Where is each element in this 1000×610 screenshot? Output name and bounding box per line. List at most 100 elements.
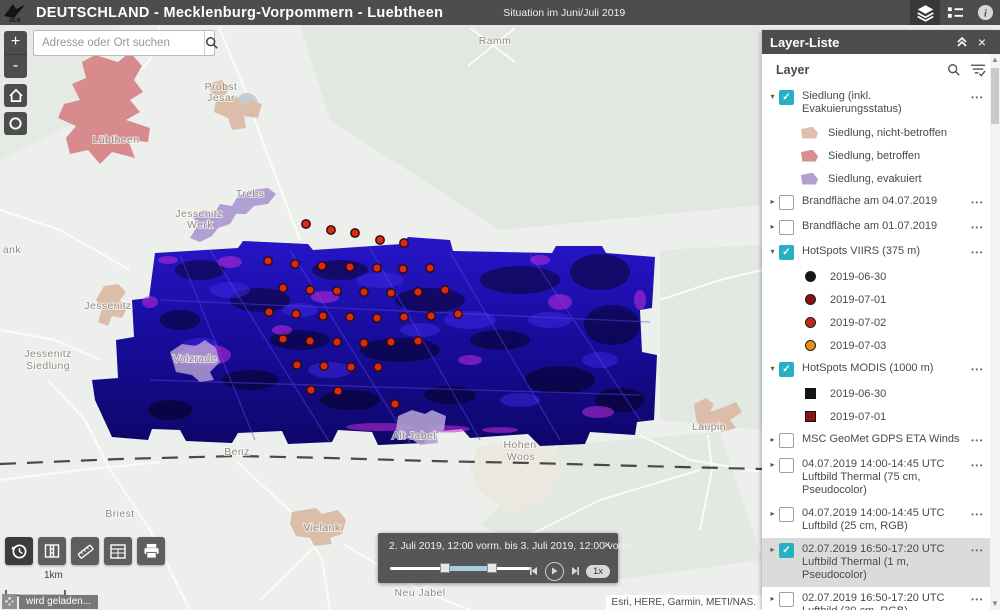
- hotspot-marker[interactable]: [279, 335, 287, 343]
- hotspot-marker[interactable]: [351, 229, 359, 237]
- time-slider-handle-start[interactable]: [440, 563, 450, 573]
- layer-checkbox[interactable]: ✓: [779, 543, 794, 558]
- hotspot-marker[interactable]: [334, 387, 342, 395]
- layer-menu-button[interactable]: •••: [971, 595, 984, 604]
- layer-list-button[interactable]: [910, 0, 940, 25]
- layer-row[interactable]: ▸04.07.2019 14:00-14:45 UTC Luftbild (25…: [762, 502, 990, 538]
- attribute-table-button[interactable]: [104, 537, 132, 565]
- layer-menu-button[interactable]: •••: [971, 198, 984, 207]
- layer-menu-button[interactable]: •••: [971, 461, 984, 470]
- print-button[interactable]: [137, 537, 165, 565]
- search-input[interactable]: [34, 31, 204, 55]
- layer-checkbox[interactable]: [779, 458, 794, 473]
- layer-menu-button[interactable]: •••: [971, 546, 984, 555]
- swipe-button[interactable]: [38, 537, 66, 565]
- hotspot-marker[interactable]: [360, 288, 368, 296]
- layer-menu-button[interactable]: •••: [971, 248, 984, 257]
- hotspot-marker[interactable]: [319, 312, 327, 320]
- layer-checkbox[interactable]: ✓: [779, 90, 794, 105]
- hotspot-marker[interactable]: [306, 286, 314, 294]
- hotspot-marker[interactable]: [346, 263, 354, 271]
- layer-row[interactable]: ▸Brandfläche am 01.07.2019•••: [762, 215, 990, 240]
- scroll-up-icon[interactable]: ▲: [990, 54, 1000, 66]
- chevron-right-icon[interactable]: ▸: [767, 222, 778, 231]
- layer-row[interactable]: ▸MSC GeoMet GDPS ETA Winds•••: [762, 428, 990, 453]
- hotspot-marker[interactable]: [333, 338, 341, 346]
- hotspot-marker[interactable]: [400, 313, 408, 321]
- hotspot-marker[interactable]: [360, 339, 368, 347]
- zoom-out-button[interactable]: -: [4, 55, 27, 78]
- scroll-down-icon[interactable]: ▼: [990, 598, 1000, 610]
- layer-checkbox[interactable]: ✓: [779, 245, 794, 260]
- step-forward-button[interactable]: [570, 566, 580, 576]
- hotspot-marker[interactable]: [265, 308, 273, 316]
- layer-checkbox[interactable]: [779, 592, 794, 607]
- hotspot-marker[interactable]: [279, 284, 287, 292]
- hotspot-marker[interactable]: [376, 236, 384, 244]
- collapse-icon[interactable]: [952, 36, 972, 48]
- hotspot-marker[interactable]: [391, 400, 399, 408]
- hotspot-marker[interactable]: [292, 310, 300, 318]
- hotspot-marker[interactable]: [264, 257, 272, 265]
- playback-speed-button[interactable]: 1x: [586, 565, 610, 578]
- layer-checkbox[interactable]: [779, 507, 794, 522]
- layer-row[interactable]: ▸04.07.2019 14:00-14:45 UTC Luftbild The…: [762, 453, 990, 502]
- legend-button[interactable]: [940, 0, 970, 25]
- layer-menu-button[interactable]: •••: [971, 436, 984, 445]
- chevron-down-icon[interactable]: ▾: [767, 92, 778, 101]
- layer-menu-button[interactable]: •••: [971, 93, 984, 102]
- chevron-right-icon[interactable]: ▸: [767, 509, 778, 518]
- hotspot-marker[interactable]: [387, 338, 395, 346]
- hotspot-marker[interactable]: [400, 239, 408, 247]
- time-slider-button[interactable]: [5, 537, 33, 565]
- info-button[interactable]: i: [970, 0, 1000, 25]
- layer-checkbox[interactable]: ✓: [779, 362, 794, 377]
- hotspot-marker[interactable]: [291, 260, 299, 268]
- home-button[interactable]: [4, 84, 27, 107]
- layer-menu-button[interactable]: •••: [971, 365, 984, 374]
- hotspot-marker[interactable]: [346, 313, 354, 321]
- panel-scrollbar[interactable]: ▲ ▼: [990, 54, 1000, 610]
- hotspot-marker[interactable]: [320, 362, 328, 370]
- hotspot-marker[interactable]: [427, 312, 435, 320]
- chevron-right-icon[interactable]: ▸: [767, 435, 778, 444]
- layer-row[interactable]: ▸02.07.2019 16:50-17:20 UTC Luftbild (30…: [762, 587, 990, 610]
- hotspot-marker[interactable]: [387, 289, 395, 297]
- hotspot-marker[interactable]: [414, 337, 422, 345]
- measure-button[interactable]: [71, 537, 99, 565]
- chevron-right-icon[interactable]: ▸: [767, 197, 778, 206]
- hotspot-marker[interactable]: [302, 220, 310, 228]
- layer-row[interactable]: ▾✓HotSpots MODIS (1000 m)•••: [762, 357, 990, 382]
- zoom-in-button[interactable]: +: [4, 31, 27, 55]
- chevron-down-icon[interactable]: ▾: [767, 247, 778, 256]
- scrollbar-thumb[interactable]: [991, 68, 999, 124]
- hotspot-marker[interactable]: [333, 287, 341, 295]
- hotspot-marker[interactable]: [373, 314, 381, 322]
- chevron-right-icon[interactable]: ▸: [767, 460, 778, 469]
- hotspot-marker[interactable]: [426, 264, 434, 272]
- hotspot-marker[interactable]: [318, 262, 326, 270]
- layer-filter-button[interactable]: [970, 63, 986, 77]
- layer-checkbox[interactable]: [779, 220, 794, 235]
- hotspot-marker[interactable]: [293, 361, 301, 369]
- close-icon[interactable]: ×: [603, 537, 611, 552]
- play-button[interactable]: [545, 562, 564, 581]
- layer-menu-button[interactable]: •••: [971, 510, 984, 519]
- hotspot-marker[interactable]: [441, 286, 449, 294]
- hotspot-marker[interactable]: [373, 264, 381, 272]
- layer-row[interactable]: ▸Brandfläche am 04.07.2019•••: [762, 190, 990, 215]
- hotspot-marker[interactable]: [307, 386, 315, 394]
- chevron-down-icon[interactable]: ▾: [767, 364, 778, 373]
- locate-button[interactable]: [4, 112, 27, 135]
- hotspot-marker[interactable]: [454, 310, 462, 318]
- chevron-right-icon[interactable]: ▸: [767, 545, 778, 554]
- hotspot-marker[interactable]: [327, 226, 335, 234]
- layer-row[interactable]: ▸✓02.07.2019 16:50-17:20 UTC Luftbild Th…: [762, 538, 990, 587]
- layer-checkbox[interactable]: [779, 433, 794, 448]
- hotspot-marker[interactable]: [347, 363, 355, 371]
- layer-row[interactable]: ▾✓HotSpots VIIRS (375 m)•••: [762, 240, 990, 265]
- close-icon[interactable]: ×: [972, 34, 992, 50]
- search-button[interactable]: [204, 31, 219, 55]
- layer-menu-button[interactable]: •••: [971, 223, 984, 232]
- chevron-right-icon[interactable]: ▸: [767, 594, 778, 603]
